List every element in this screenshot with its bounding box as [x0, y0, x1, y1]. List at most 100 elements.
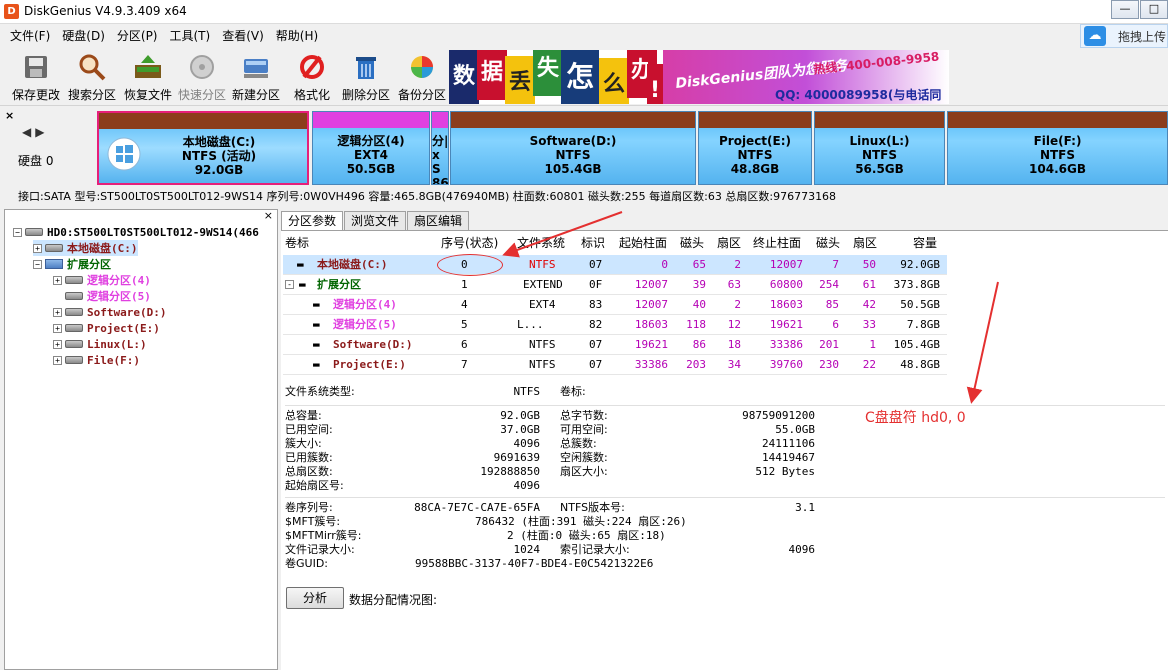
tree-item-project[interactable]: + Project(E:) — [53, 320, 160, 336]
tree-item-extended[interactable]: − 扩展分区 — [33, 256, 111, 272]
column-header[interactable]: 卷标 — [285, 233, 309, 253]
partition-params-panel: 卷标 序号(状态) 文件系统 标识 起始柱面 磁头 扇区 终止柱面 磁头 扇区 … — [281, 230, 1168, 670]
cell-fs: L... — [517, 318, 544, 331]
menu-disk[interactable]: 硬盘(D) — [56, 25, 111, 47]
tab-browse-files[interactable]: 浏览文件 — [344, 211, 407, 231]
column-header[interactable]: 起始柱面 — [619, 233, 667, 253]
table-row[interactable]: ▬ Software(D:) 6 NTFS 07 19621 86 18 333… — [283, 335, 947, 355]
tree-item-c[interactable]: + 本地磁盘(C:) — [33, 240, 138, 256]
detail-label: 起始扇区号: — [285, 479, 344, 492]
column-header[interactable]: 扇区 — [853, 233, 877, 253]
detail-label: 文件记录大小: — [285, 543, 355, 556]
cell-index: 7 — [461, 358, 468, 371]
prev-disk-icon[interactable]: ◀ — [22, 125, 35, 139]
expand-icon[interactable]: + — [53, 275, 62, 285]
table-row[interactable]: ▬ 本地磁盘(C:) 0 NTFS 07 0 65 2 12007 7 50 9… — [283, 255, 947, 275]
title-bar: D DiskGenius V4.9.3.409 x64 — □ — [0, 0, 1168, 24]
tree-item-software[interactable]: + Software(D:) — [53, 304, 166, 320]
recover-files-button[interactable]: 恢复文件 — [120, 50, 176, 103]
expand-icon[interactable]: + — [53, 323, 62, 333]
table-row[interactable]: ▬ 逻辑分区(4) 4 EXT4 83 12007 40 2 18603 85 … — [283, 295, 947, 315]
new-partition-button[interactable]: 新建分区 — [228, 50, 284, 103]
partition-size: 92.0GB — [194, 163, 244, 177]
partition-block-e[interactable]: Project(E:) NTFS 48.8GB — [698, 111, 812, 185]
expand-icon[interactable]: + — [53, 339, 62, 349]
tree-item-linux[interactable]: + Linux(L:) — [53, 336, 147, 352]
format-button[interactable]: 格式化 — [284, 50, 340, 103]
column-header[interactable]: 容量 — [913, 233, 937, 253]
column-header[interactable]: 序号(状态) — [441, 233, 498, 253]
tree-item-hd0[interactable]: − HD0:ST500LT0ST500LT012-9WS14(466 — [13, 224, 259, 240]
banner-tile: ! — [647, 64, 663, 104]
quick-partition-button[interactable]: 快速分区 — [174, 50, 230, 103]
backup-partition-button[interactable]: 备份分区 — [394, 50, 450, 103]
ad-banner[interactable]: 数 据 丢 失 怎 么 办 ! DiskGenius团队为您服务 热线: 400… — [449, 50, 949, 104]
column-header[interactable]: 终止柱面 — [753, 233, 801, 253]
banner-phone: 热线: 400-008-9958 — [812, 50, 940, 77]
search-partition-button[interactable]: 搜索分区 — [64, 50, 120, 103]
detail-value: 14419467 — [762, 451, 815, 464]
detail-value: 786432 (柱面:391 磁头:224 扇区:26) — [475, 515, 687, 528]
collapse-icon[interactable]: - — [285, 280, 294, 289]
column-header[interactable]: 文件系统 — [517, 233, 565, 253]
partition-block-d[interactable]: Software(D:) NTFS 105.4GB — [450, 111, 696, 185]
toolbar-label: 删除分区 — [341, 88, 390, 102]
table-row[interactable]: ▬ Project(E:) 7 NTFS 07 33386 203 34 397… — [283, 355, 947, 375]
tab-partition-params[interactable]: 分区参数 — [281, 211, 344, 231]
partition-name: 分| — [432, 134, 449, 148]
tree-item-file[interactable]: + File(F:) — [53, 352, 140, 368]
expand-icon[interactable]: + — [53, 307, 62, 317]
detail-label: 空闲簇数: — [560, 451, 608, 464]
cell-start-head: 118 — [686, 318, 706, 331]
minimize-button[interactable]: — — [1111, 0, 1139, 19]
tab-sector-edit[interactable]: 扇区编辑 — [407, 211, 470, 231]
volume-icon — [65, 356, 83, 364]
detail-value: 192888850 — [480, 465, 540, 478]
delete-partition-button[interactable]: 删除分区 — [338, 50, 394, 103]
next-disk-icon[interactable]: ▶ — [35, 125, 48, 139]
cell-end-sector: 50 — [862, 258, 876, 271]
cell-id: 0F — [589, 278, 603, 291]
cell-capacity: 373.8GB — [893, 278, 940, 291]
detail-value: 9691639 — [493, 451, 540, 464]
menu-tools[interactable]: 工具(T) — [164, 25, 217, 47]
partition-block-l[interactable]: Linux(L:) NTFS 56.5GB — [814, 111, 945, 185]
menu-file[interactable]: 文件(F) — [4, 25, 56, 47]
column-header[interactable]: 磁头 — [680, 233, 704, 253]
menu-help[interactable]: 帮助(H) — [270, 25, 324, 47]
volume-icon — [65, 340, 83, 348]
table-row[interactable]: - ▬ 扩展分区 1 EXTEND 0F 12007 39 63 60800 2… — [283, 275, 947, 295]
menu-view[interactable]: 查看(V) — [216, 25, 270, 47]
volume-icon: ▬ — [313, 298, 320, 311]
column-header[interactable]: 标识 — [581, 233, 605, 253]
close-icon[interactable]: × — [264, 209, 273, 222]
cell-end-head: 230 — [819, 358, 839, 371]
expand-icon[interactable]: + — [33, 243, 42, 253]
collapse-icon[interactable]: − — [33, 259, 42, 269]
close-icon[interactable]: × — [5, 109, 14, 122]
tree-item-logical4[interactable]: + 逻辑分区(4) — [53, 272, 151, 288]
analyze-button[interactable]: 分析 — [286, 587, 344, 609]
column-header[interactable]: 扇区 — [717, 233, 741, 253]
table-row[interactable]: ▬ 逻辑分区(5) 5 L... 82 18603 118 12 19621 6… — [283, 315, 947, 335]
cell-start-sector: 63 — [727, 278, 741, 291]
toolbar-label: 恢复文件 — [123, 88, 172, 102]
menu-partition[interactable]: 分区(P) — [111, 25, 164, 47]
partition-block-f[interactable]: File(F:) NTFS 104.6GB — [947, 111, 1168, 185]
row-label: 逻辑分区(5) — [333, 318, 397, 331]
tree-item-logical5[interactable]: 逻辑分区(5) — [65, 288, 151, 304]
partition-block-logical4[interactable]: 逻辑分区(4) EXT4 50.5GB — [312, 111, 430, 185]
toolbar-label: 保存更改 — [11, 88, 60, 102]
partition-block-c[interactable]: 本地磁盘(C:) NTFS (活动) 92.0GB — [97, 111, 309, 185]
partition-name: 逻辑分区(4) — [337, 134, 405, 148]
upload-button[interactable]: ☁ 拖拽上传 — [1080, 24, 1168, 48]
expand-icon[interactable]: + — [53, 355, 62, 365]
column-header[interactable]: 磁头 — [816, 233, 840, 253]
partition-block-logical5[interactable]: 分| x S 86 — [431, 111, 449, 185]
partition-name: 本地磁盘(C:) — [182, 135, 256, 149]
maximize-button[interactable]: □ — [1140, 0, 1168, 19]
cell-index: 5 — [461, 318, 468, 331]
detail-label: 卷GUID: — [285, 557, 328, 570]
collapse-icon[interactable]: − — [13, 227, 22, 237]
save-changes-button[interactable]: 保存更改 — [8, 50, 64, 103]
